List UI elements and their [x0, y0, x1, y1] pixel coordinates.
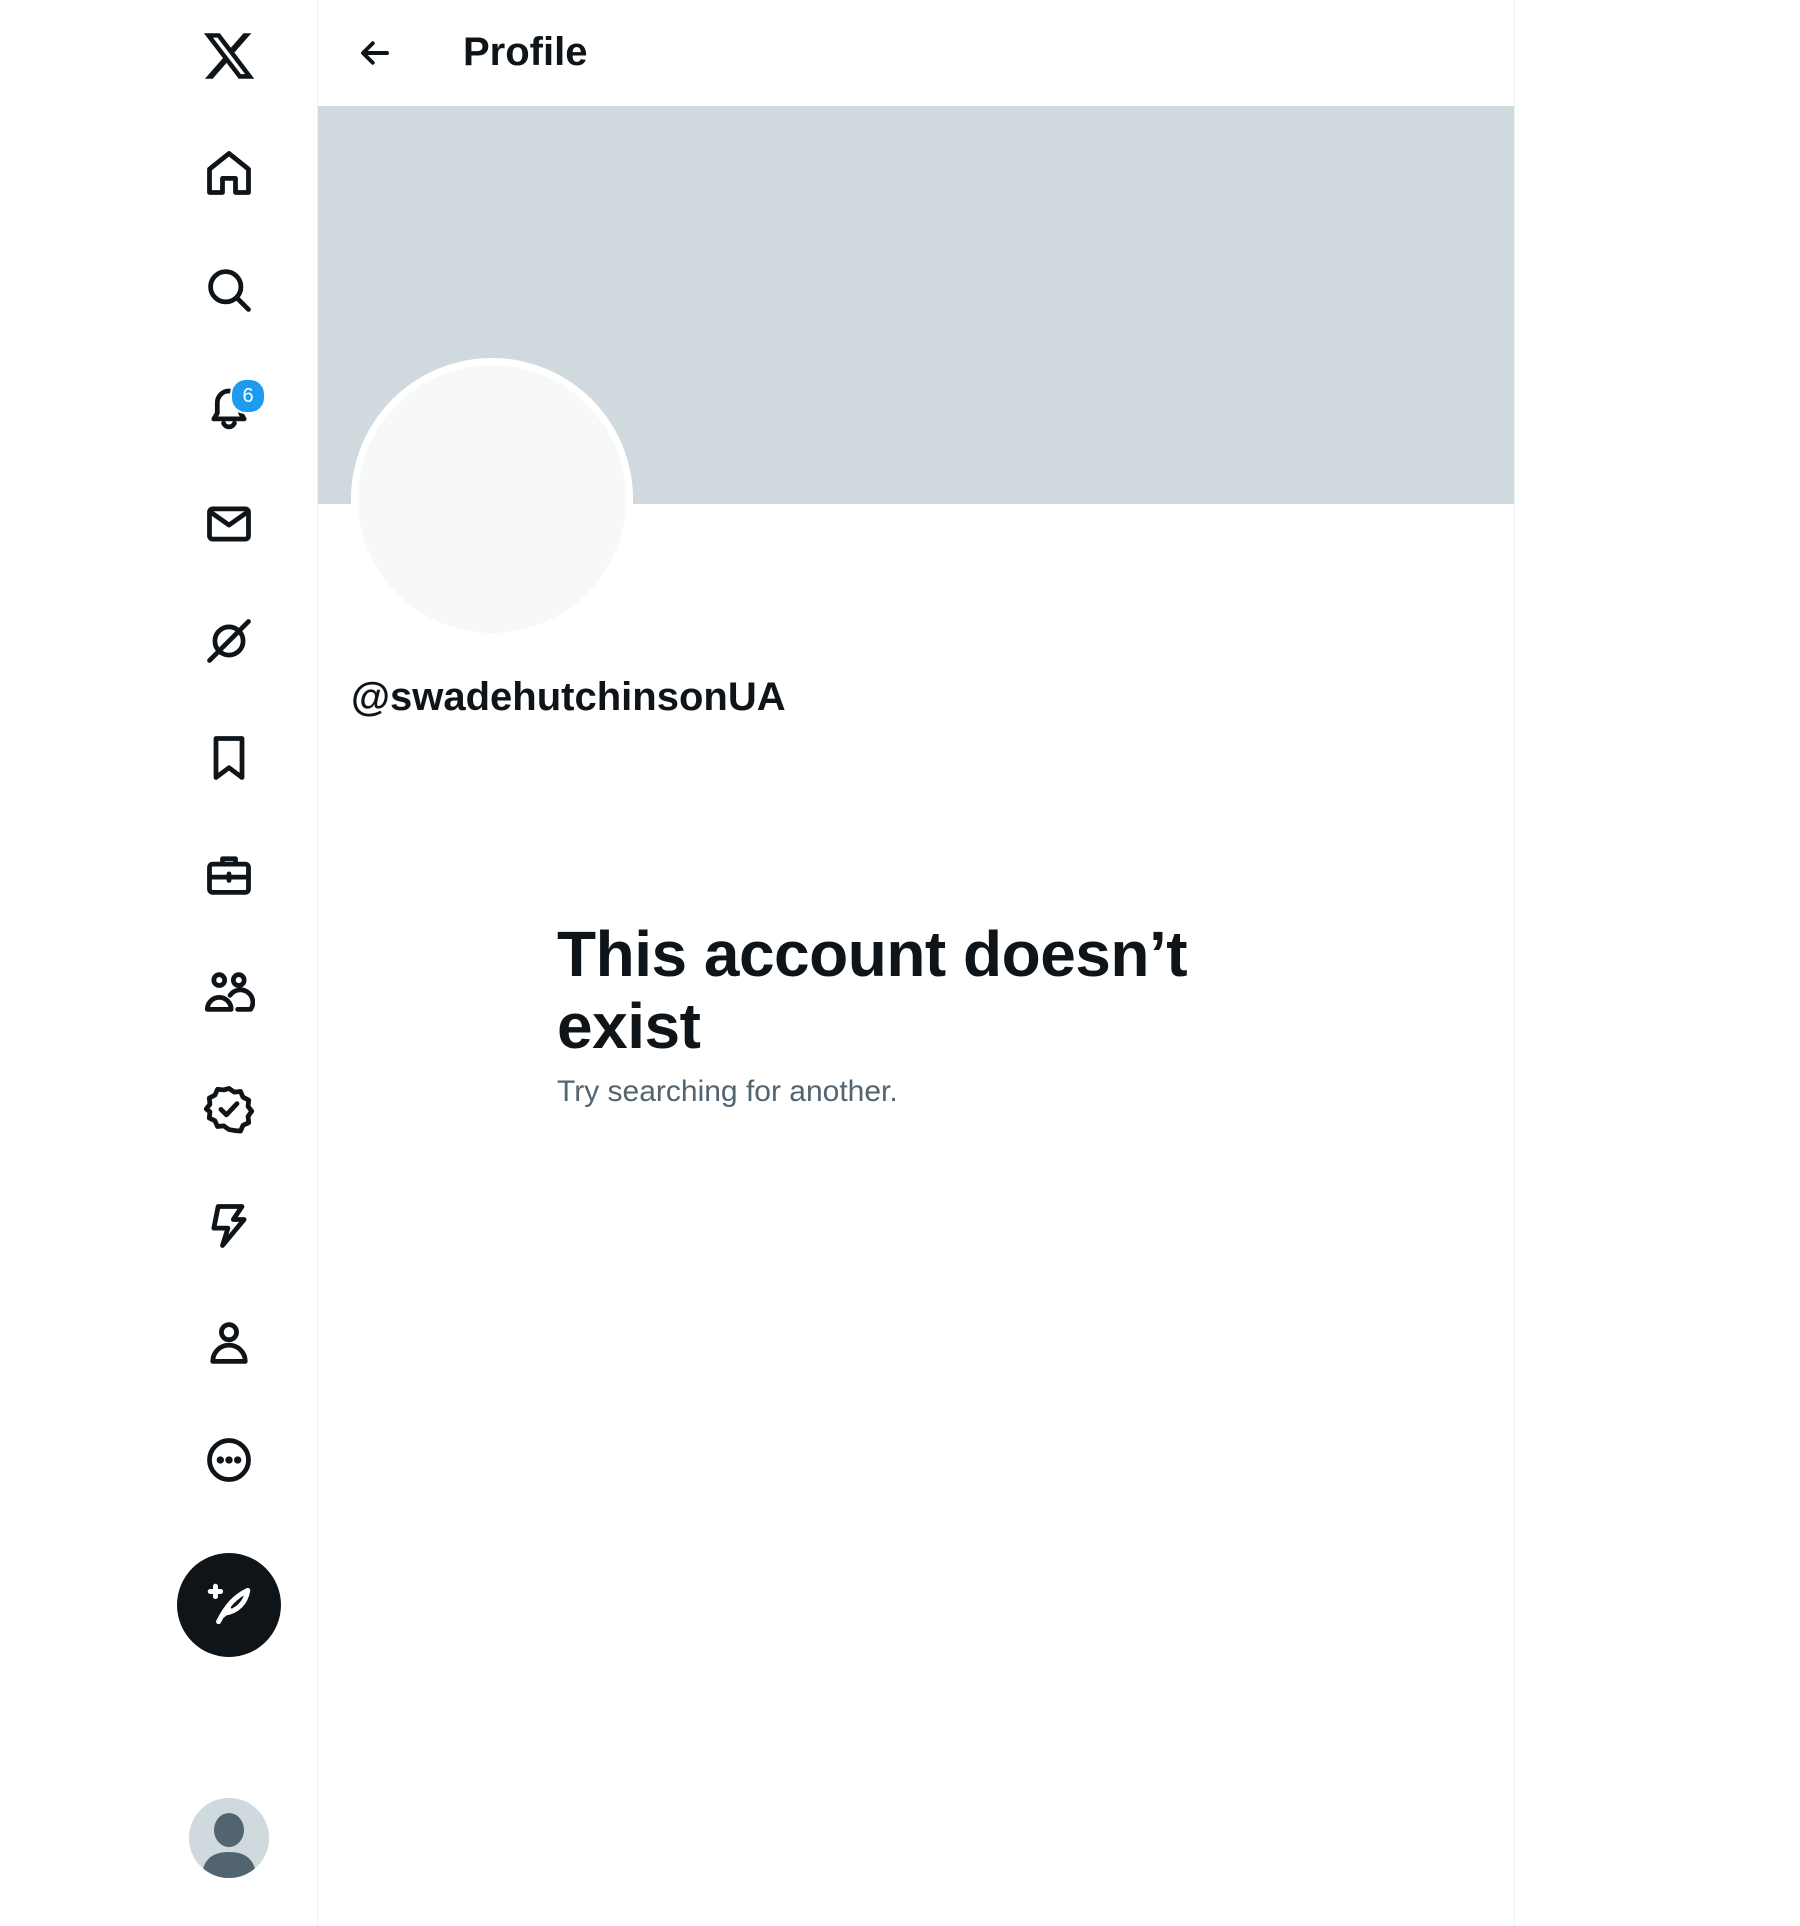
bookmark-icon [213, 736, 245, 780]
nav-notifications[interactable]: 6 [183, 361, 275, 453]
profile-header: Profile [318, 0, 1514, 106]
briefcase-icon [207, 856, 251, 895]
nav-messages[interactable] [183, 478, 275, 570]
arrow-left-icon [361, 41, 389, 65]
lightning-icon [211, 1204, 247, 1248]
empty-state-subtitle: Try searching for another. [557, 1075, 898, 1108]
back-button[interactable] [335, 13, 415, 93]
nav-more[interactable] [183, 1414, 275, 1506]
nav-grok[interactable] [183, 595, 275, 687]
empty-state: This account doesn’t exist Try searching… [557, 918, 1277, 1112]
nav-explore[interactable] [183, 244, 275, 336]
default-avatar-icon [189, 1798, 269, 1878]
nav-verified-orgs[interactable] [183, 1180, 275, 1272]
primary-navigation: 6 [0, 0, 318, 1926]
nav-premium[interactable] [183, 1063, 275, 1155]
people-icon [204, 972, 255, 1012]
nav-home[interactable] [183, 127, 275, 219]
home-icon [207, 151, 251, 195]
notification-count-badge: 6 [230, 378, 266, 414]
page-title: Profile [463, 30, 588, 74]
grok-icon [207, 619, 251, 663]
account-switcher-avatar[interactable] [189, 1798, 269, 1878]
empty-state-title: This account doesn’t exist [557, 918, 1188, 1062]
verified-badge-icon [203, 1086, 255, 1134]
profile-avatar [351, 358, 633, 640]
compose-post-button[interactable] [177, 1553, 281, 1657]
more-circle-icon [207, 1438, 251, 1482]
x-logo-icon [203, 33, 255, 79]
envelope-icon [207, 506, 251, 542]
person-icon [210, 1322, 248, 1364]
compose-post-icon [207, 1583, 251, 1625]
x-logo-link[interactable] [183, 10, 275, 102]
nav-jobs[interactable] [183, 829, 275, 921]
avatar-placeholder [358, 365, 626, 633]
nav-profile[interactable] [183, 1297, 275, 1389]
nav-bookmarks[interactable] [183, 712, 275, 804]
primary-column: Profile @swadehutchinsonUA This account … [318, 0, 1515, 1926]
nav-communities[interactable] [183, 946, 275, 1038]
search-icon [208, 269, 251, 312]
profile-handle: @swadehutchinsonUA [351, 675, 786, 719]
